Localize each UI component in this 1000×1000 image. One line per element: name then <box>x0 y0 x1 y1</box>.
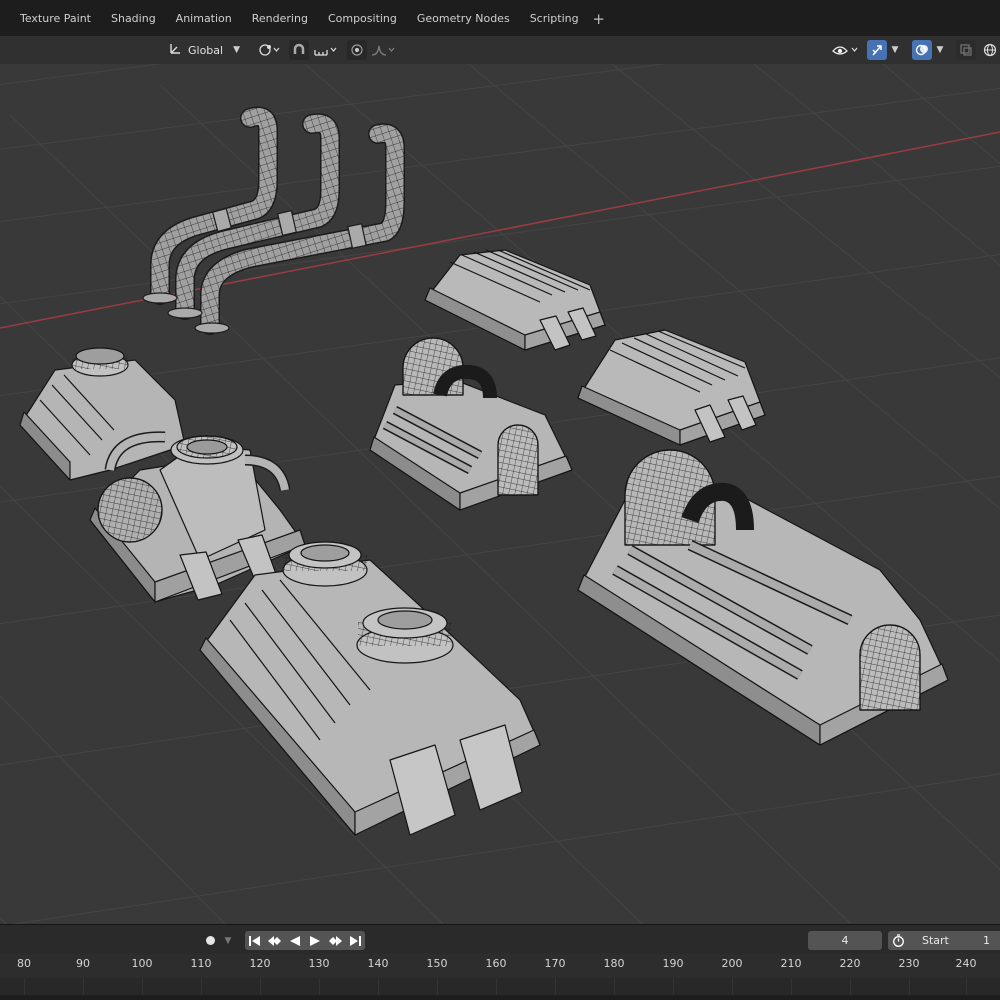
chevron-down-icon: ▼ <box>936 45 944 55</box>
ruler-label: 80 <box>17 957 31 970</box>
object-visibility-dropdown[interactable] <box>830 40 862 60</box>
overlay-icon <box>915 44 928 56</box>
start-frame-field[interactable]: Start 1 <box>908 931 1000 950</box>
small-block-asset <box>424 249 606 351</box>
left-tank-block-asset <box>19 347 186 481</box>
add-workspace-button[interactable]: + <box>589 9 609 29</box>
xray-toggle[interactable] <box>956 40 976 60</box>
workspace-tab-bar: Texture Paint Shading Animation Renderin… <box>0 0 1000 36</box>
ruler-label: 150 <box>426 957 448 970</box>
ruler-label: 110 <box>190 957 212 970</box>
snap-toggle[interactable] <box>289 40 309 60</box>
ruler-label: 160 <box>485 957 507 970</box>
large-dome-generator-asset <box>577 449 949 746</box>
transform-orientation-dropdown[interactable]: Global ▼ <box>168 40 248 60</box>
shading-wireframe-icon <box>983 43 997 57</box>
playback-controls: ▼ 4 Start 1 <box>0 924 1000 954</box>
keyframe-track[interactable] <box>0 978 1000 1000</box>
tab-rendering[interactable]: Rendering <box>242 9 318 29</box>
proportional-edit-icon <box>351 44 363 56</box>
proportional-edit-toggle[interactable] <box>347 40 367 60</box>
exhaust-pipes-asset <box>142 106 405 335</box>
ruler-label: 200 <box>721 957 743 970</box>
jump-end-icon <box>350 935 361 946</box>
prev-keyframe-icon <box>268 935 281 946</box>
play-icon <box>310 935 320 946</box>
dome-generator-asset <box>369 337 573 511</box>
overlays-options-dropdown[interactable]: ▼ <box>932 40 948 60</box>
chevron-down-icon: ▼ <box>891 45 899 55</box>
ruler-label: 240 <box>955 957 977 970</box>
twin-vent-block-asset <box>199 541 541 836</box>
preview-range-toggle[interactable] <box>888 931 908 950</box>
xray-icon <box>960 44 972 56</box>
tab-animation[interactable]: Animation <box>166 9 242 29</box>
viewport-header: Global ▼ ▼ ▼ <box>0 36 1000 64</box>
keyframe-auto-button[interactable] <box>200 931 220 950</box>
ruler-label: 210 <box>780 957 802 970</box>
ruler-label: 230 <box>898 957 920 970</box>
ruler-label: 180 <box>603 957 625 970</box>
ruler-label: 90 <box>76 957 90 970</box>
ruler-label: 190 <box>662 957 684 970</box>
snap-target-dropdown[interactable] <box>311 40 341 60</box>
viewport-scene <box>0 36 1000 924</box>
ruler-label: 220 <box>839 957 861 970</box>
ruler-label: 170 <box>544 957 566 970</box>
jump-to-keyframe-back-button[interactable] <box>265 931 285 950</box>
tab-scripting[interactable]: Scripting <box>520 9 589 29</box>
jump-to-start-button[interactable] <box>245 931 265 950</box>
gizmo-toggle[interactable] <box>867 40 887 60</box>
next-keyframe-icon <box>329 935 342 946</box>
stopwatch-icon <box>892 934 904 947</box>
jump-start-icon <box>249 935 260 946</box>
ruler-label: 100 <box>131 957 153 970</box>
proportional-falloff-dropdown[interactable] <box>369 40 397 60</box>
jump-to-end-button[interactable] <box>345 931 365 950</box>
ruler-label: 140 <box>367 957 389 970</box>
chevron-down-icon: ▼ <box>233 45 241 55</box>
start-frame-value: 1 <box>983 934 990 947</box>
play-button[interactable] <box>305 931 325 950</box>
keying-dropdown[interactable]: ▼ <box>220 931 236 950</box>
overlays-toggle[interactable] <box>912 40 932 60</box>
gizmo-icon <box>872 45 882 56</box>
frame-ruler[interactable]: 80 90 100 110 120 130 140 150 160 170 18… <box>0 954 1000 978</box>
tab-geometry-nodes[interactable]: Geometry Nodes <box>407 9 520 29</box>
transform-orientation-icon <box>168 42 182 59</box>
current-frame-field[interactable]: 4 <box>808 931 882 950</box>
timeline-editor[interactable]: ▼ 4 Start 1 80 90 100 110 120 130 140 15… <box>0 924 1000 1000</box>
play-reverse-icon <box>290 935 300 946</box>
ruler-label: 130 <box>308 957 330 970</box>
pivot-icon <box>259 44 280 56</box>
3d-viewport[interactable]: Global ▼ ▼ ▼ <box>0 36 1000 924</box>
snap-increment-icon <box>314 47 337 56</box>
start-frame-label: Start <box>922 934 949 947</box>
jump-to-keyframe-forward-button[interactable] <box>325 931 345 950</box>
timeline-scrollbar[interactable] <box>0 995 1000 1000</box>
transform-orientation-value: Global <box>188 43 224 57</box>
workspace-tabs: Texture Paint Shading Animation Renderin… <box>0 9 609 29</box>
snap-icon <box>293 43 305 54</box>
pivot-point-button[interactable] <box>254 40 284 60</box>
chevron-down-icon: ▼ <box>224 935 232 946</box>
ruler-label: 120 <box>249 957 271 970</box>
tab-texture-paint[interactable]: Texture Paint <box>0 9 101 29</box>
tab-compositing[interactable]: Compositing <box>318 9 407 29</box>
gizmo-options-dropdown[interactable]: ▼ <box>887 40 903 60</box>
shading-wireframe-button[interactable] <box>980 40 1000 60</box>
tab-shading[interactable]: Shading <box>101 9 166 29</box>
play-reverse-button[interactable] <box>285 931 305 950</box>
record-icon <box>205 936 215 945</box>
visibility-icon <box>832 46 858 55</box>
medium-block-asset <box>577 329 766 446</box>
falloff-icon <box>371 45 395 56</box>
